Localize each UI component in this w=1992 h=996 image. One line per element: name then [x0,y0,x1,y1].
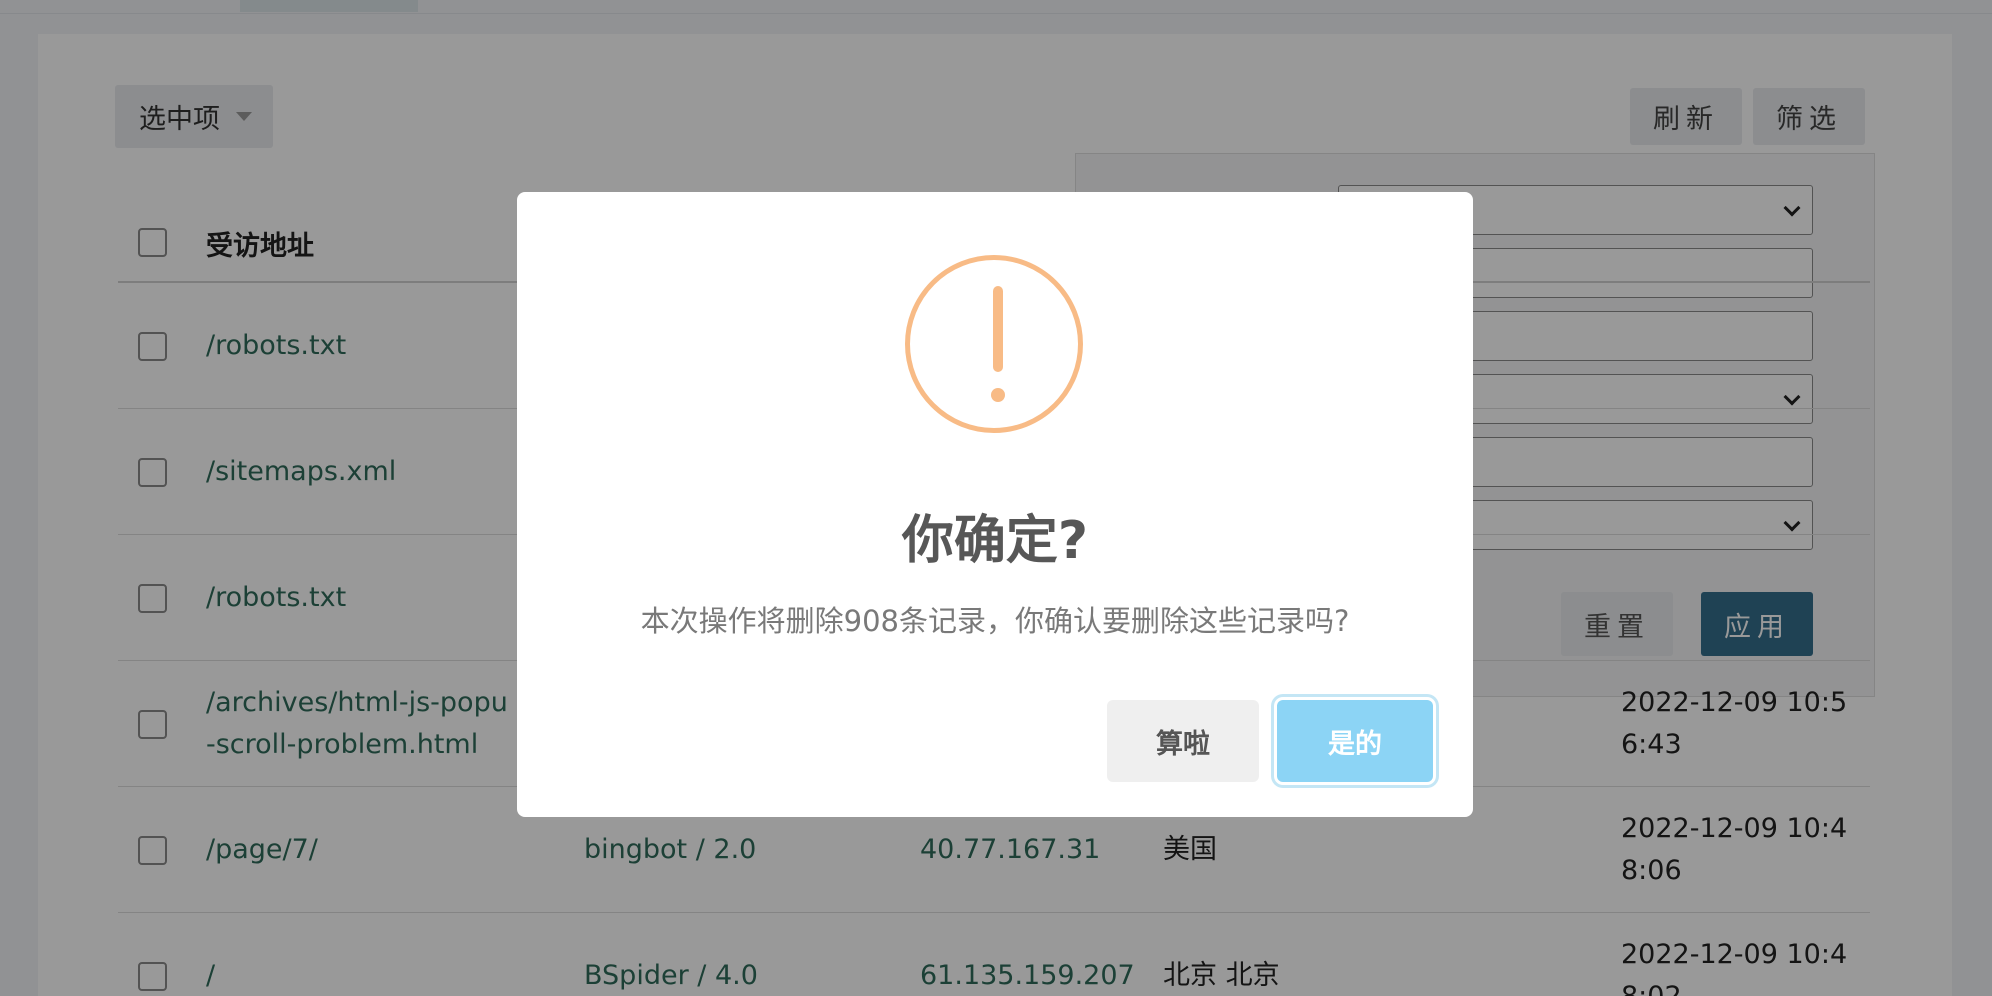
exclamation-icon [905,255,1083,433]
dialog-title: 你确定? [901,511,1089,571]
confirm-dialog: 你确定? 本次操作将删除908条记录，你确认要删除这些记录吗? 算啦 是的 [517,192,1473,817]
confirm-button[interactable]: 是的 [1277,700,1433,782]
dialog-message: 本次操作将删除908条记录，你确认要删除这些记录吗? [640,604,1350,638]
cancel-button[interactable]: 算啦 [1107,700,1259,782]
exclamation-bar [993,286,1003,372]
exclamation-dot [991,388,1005,402]
